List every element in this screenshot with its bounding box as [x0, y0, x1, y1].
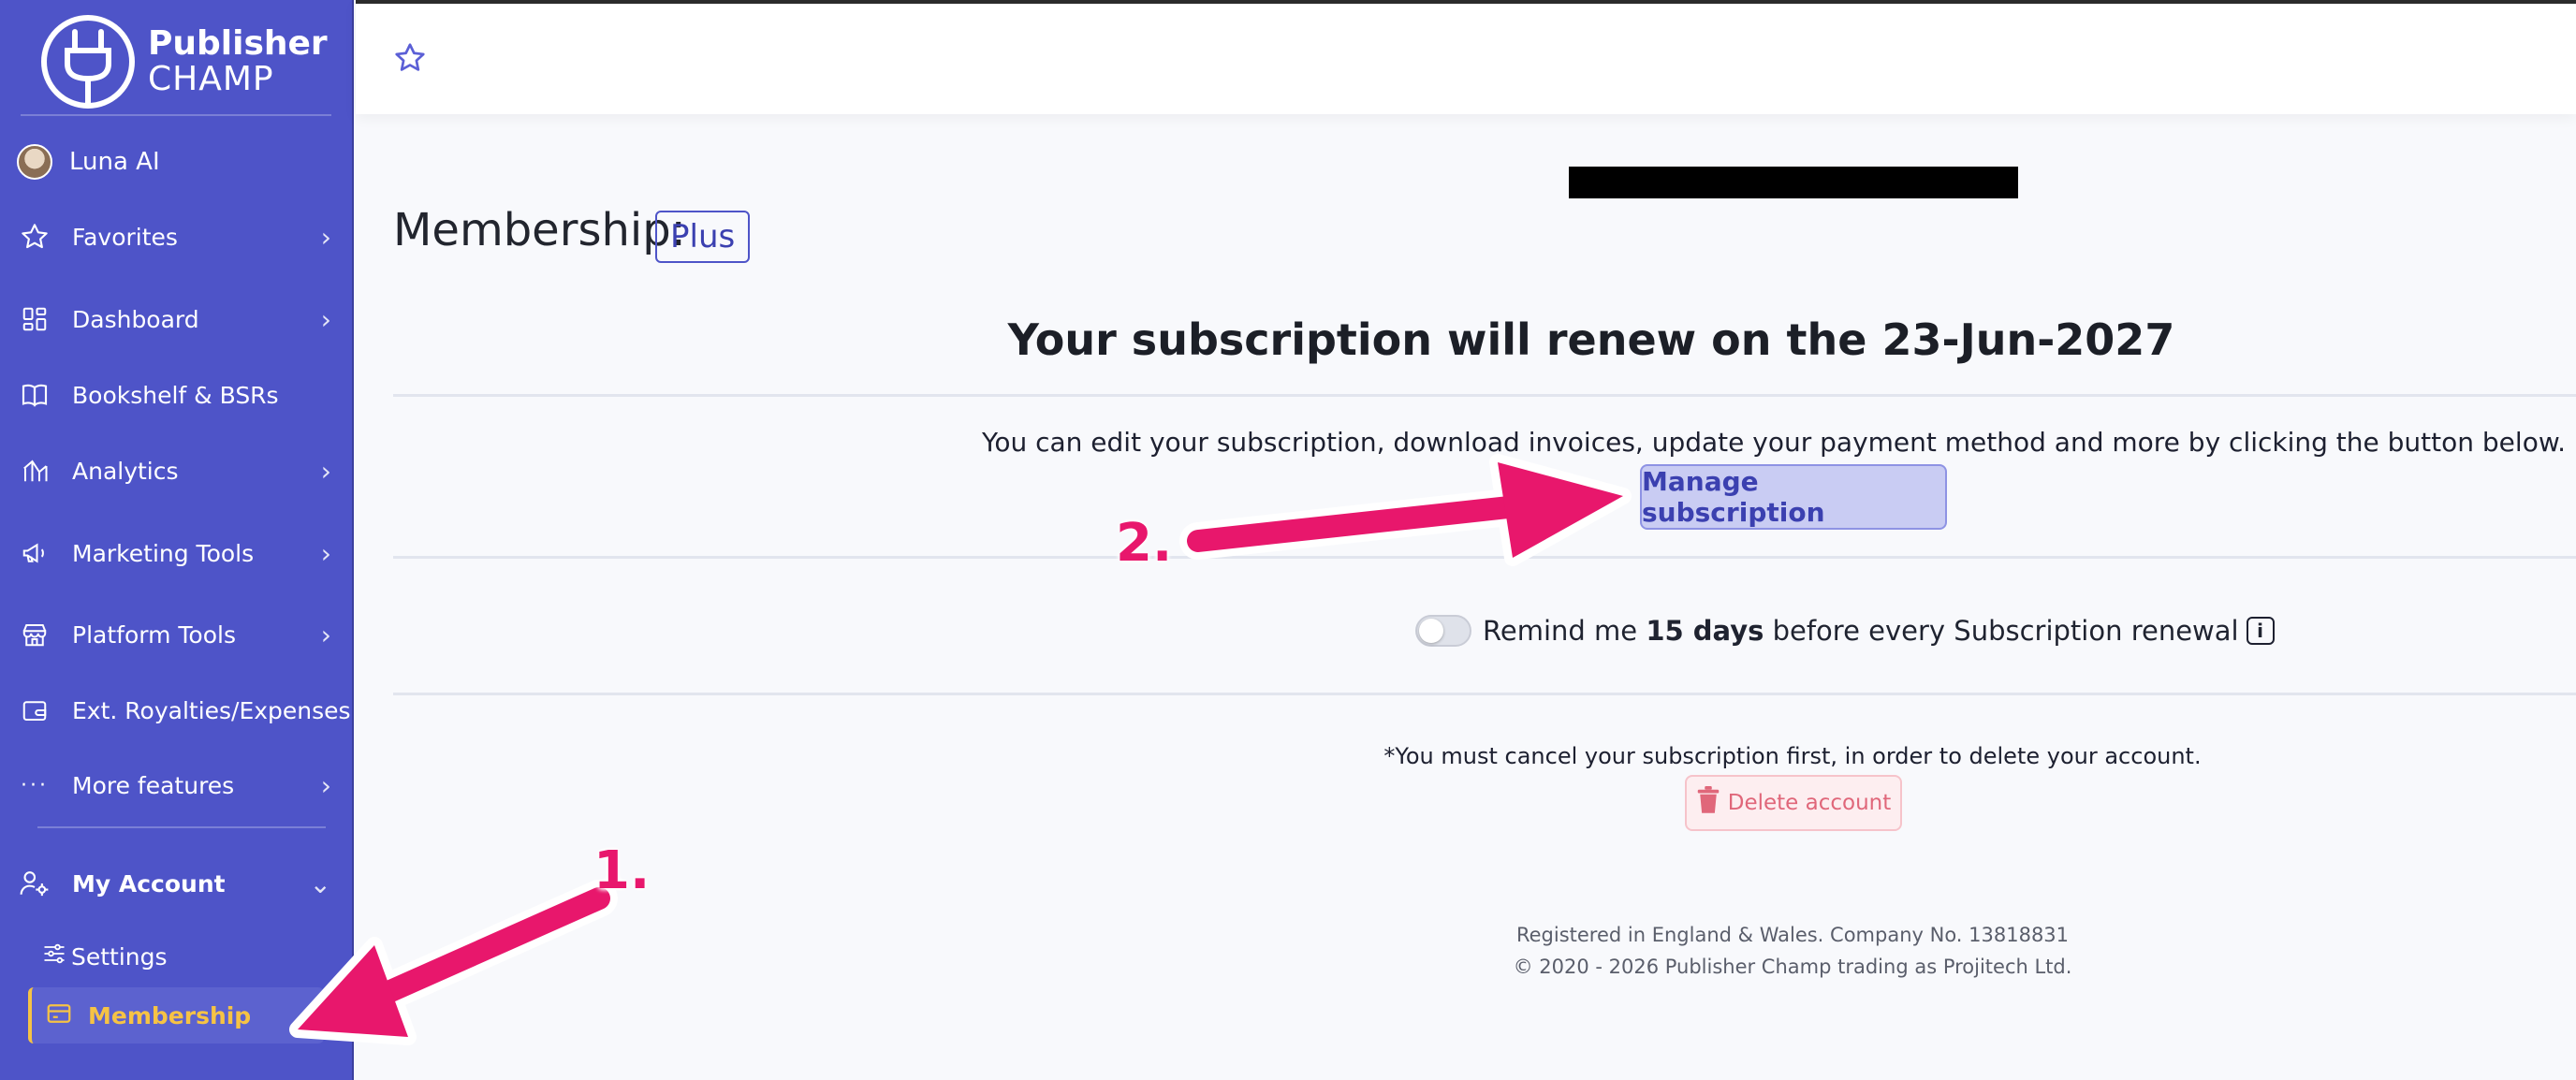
sidebar-item-label: My Account	[72, 869, 226, 898]
grid-icon	[19, 303, 51, 335]
remind-days: 15 days	[1646, 615, 1764, 647]
sidebar-divider	[37, 826, 326, 828]
remind-pre: Remind me	[1483, 615, 1647, 647]
book-icon	[19, 379, 51, 411]
user-gear-icon	[19, 868, 51, 899]
delete-account-button[interactable]: Delete account	[1685, 775, 1902, 831]
sidebar-item-bookshelf[interactable]: Bookshelf & BSRs	[0, 367, 354, 423]
sidebar-item-my-account[interactable]: My Account ⌄	[0, 855, 354, 912]
annotation-overlay	[289, 454, 1632, 1045]
sidebar-divider	[21, 114, 331, 116]
analytics-icon	[19, 455, 51, 487]
plug-logo-icon	[41, 15, 135, 109]
chevron-right-icon: ›	[320, 769, 331, 801]
sidebar-item-label: Ext. Royalties/Expenses	[72, 696, 351, 724]
brand-logo[interactable]: Publisher CHAMP	[41, 15, 328, 109]
sidebar-item-label: Favorites	[72, 223, 178, 251]
delete-account-label: Delete account	[1727, 791, 1892, 815]
sidebar-item-dashboard[interactable]: Dashboard ›	[0, 291, 354, 347]
dots-icon: ···	[21, 773, 49, 797]
sidebar-item-label: Platform Tools	[72, 620, 236, 649]
sidebar: Publisher CHAMP Luna AI Favorites › Dash…	[0, 0, 354, 1080]
chevron-right-icon: ›	[320, 221, 331, 253]
sidebar-item-label: Membership	[88, 1001, 252, 1029]
sidebar-item-analytics[interactable]: Analytics ›	[0, 443, 354, 499]
chevron-right-icon: ›	[320, 537, 331, 569]
page-title: Membership:	[393, 204, 686, 256]
plan-badge: Plus	[655, 211, 751, 263]
step-1-label: 1.	[593, 840, 651, 901]
sidebar-item-favorites[interactable]: Favorites ›	[0, 209, 354, 265]
sidebar-item-label: Marketing Tools	[72, 539, 255, 567]
chevron-right-icon: ›	[320, 303, 331, 335]
chevron-right-icon: ›	[320, 455, 331, 487]
sidebar-item-label: Settings	[71, 942, 168, 971]
brand-line1: Publisher	[148, 24, 328, 64]
sidebar-item-settings[interactable]: Settings	[0, 930, 354, 983]
brand-line2: CHAMP	[148, 60, 274, 98]
wallet-icon	[19, 694, 51, 726]
redacted-area	[1569, 167, 2018, 198]
chevron-down-icon: ⌄	[309, 868, 331, 899]
sidebar-item-more-features[interactable]: ··· More features ›	[0, 757, 354, 813]
sliders-icon	[41, 941, 67, 972]
megaphone-icon	[19, 537, 51, 569]
sidebar-item-label: Analytics	[72, 457, 179, 485]
credit-card-icon	[45, 1000, 73, 1031]
renewal-heading: Your subscription will renew on the 23-J…	[1007, 314, 2175, 365]
remind-post: before every Subscription renewal	[1764, 615, 2239, 647]
step-2-label: 2.	[1116, 513, 1173, 574]
user-profile[interactable]: Luna AI	[17, 143, 160, 181]
arrow-2	[1179, 454, 1632, 566]
info-icon[interactable]: i	[2246, 617, 2275, 645]
sidebar-item-marketing-tools[interactable]: Marketing Tools ›	[0, 525, 354, 581]
divider	[393, 693, 2576, 695]
top-bar	[356, 0, 2576, 114]
star-icon	[19, 221, 51, 253]
divider	[393, 556, 2576, 559]
sidebar-item-membership[interactable]: Membership	[28, 987, 324, 1044]
manage-subscription-button[interactable]: Manage subscription	[1640, 464, 1947, 530]
sidebar-item-label: Bookshelf & BSRs	[72, 381, 279, 409]
user-name: Luna AI	[69, 148, 160, 176]
brand-name: Publisher CHAMP	[148, 26, 328, 97]
sidebar-item-label: Dashboard	[72, 305, 199, 333]
footer-registration: Registered in England & Wales. Company N…	[1515, 924, 2070, 946]
reminder-toggle[interactable]	[1415, 615, 1471, 647]
renewal-reminder: Remind me 15 days before every Subscript…	[1415, 610, 2275, 651]
sidebar-item-platform-tools[interactable]: Platform Tools ›	[0, 606, 354, 663]
cancel-note: *You must cancel your subscription first…	[1383, 743, 2202, 769]
store-icon	[19, 619, 51, 650]
footer: Registered in England & Wales. Company N…	[1217, 919, 2368, 983]
chevron-right-icon: ›	[320, 619, 331, 650]
favorite-star-icon[interactable]	[393, 41, 427, 79]
subscription-info-text: You can edit your subscription, download…	[981, 427, 2567, 458]
footer-copyright: © 2020 - 2026 Publisher Champ trading as…	[1513, 956, 2072, 978]
app-window: Publisher CHAMP Luna AI Favorites › Dash…	[0, 0, 2576, 1080]
avatar	[17, 144, 52, 180]
trash-icon	[1696, 786, 1720, 820]
divider	[393, 394, 2576, 397]
sidebar-item-ext-royalties[interactable]: Ext. Royalties/Expenses	[0, 682, 354, 738]
sidebar-item-label: More features	[72, 771, 235, 799]
